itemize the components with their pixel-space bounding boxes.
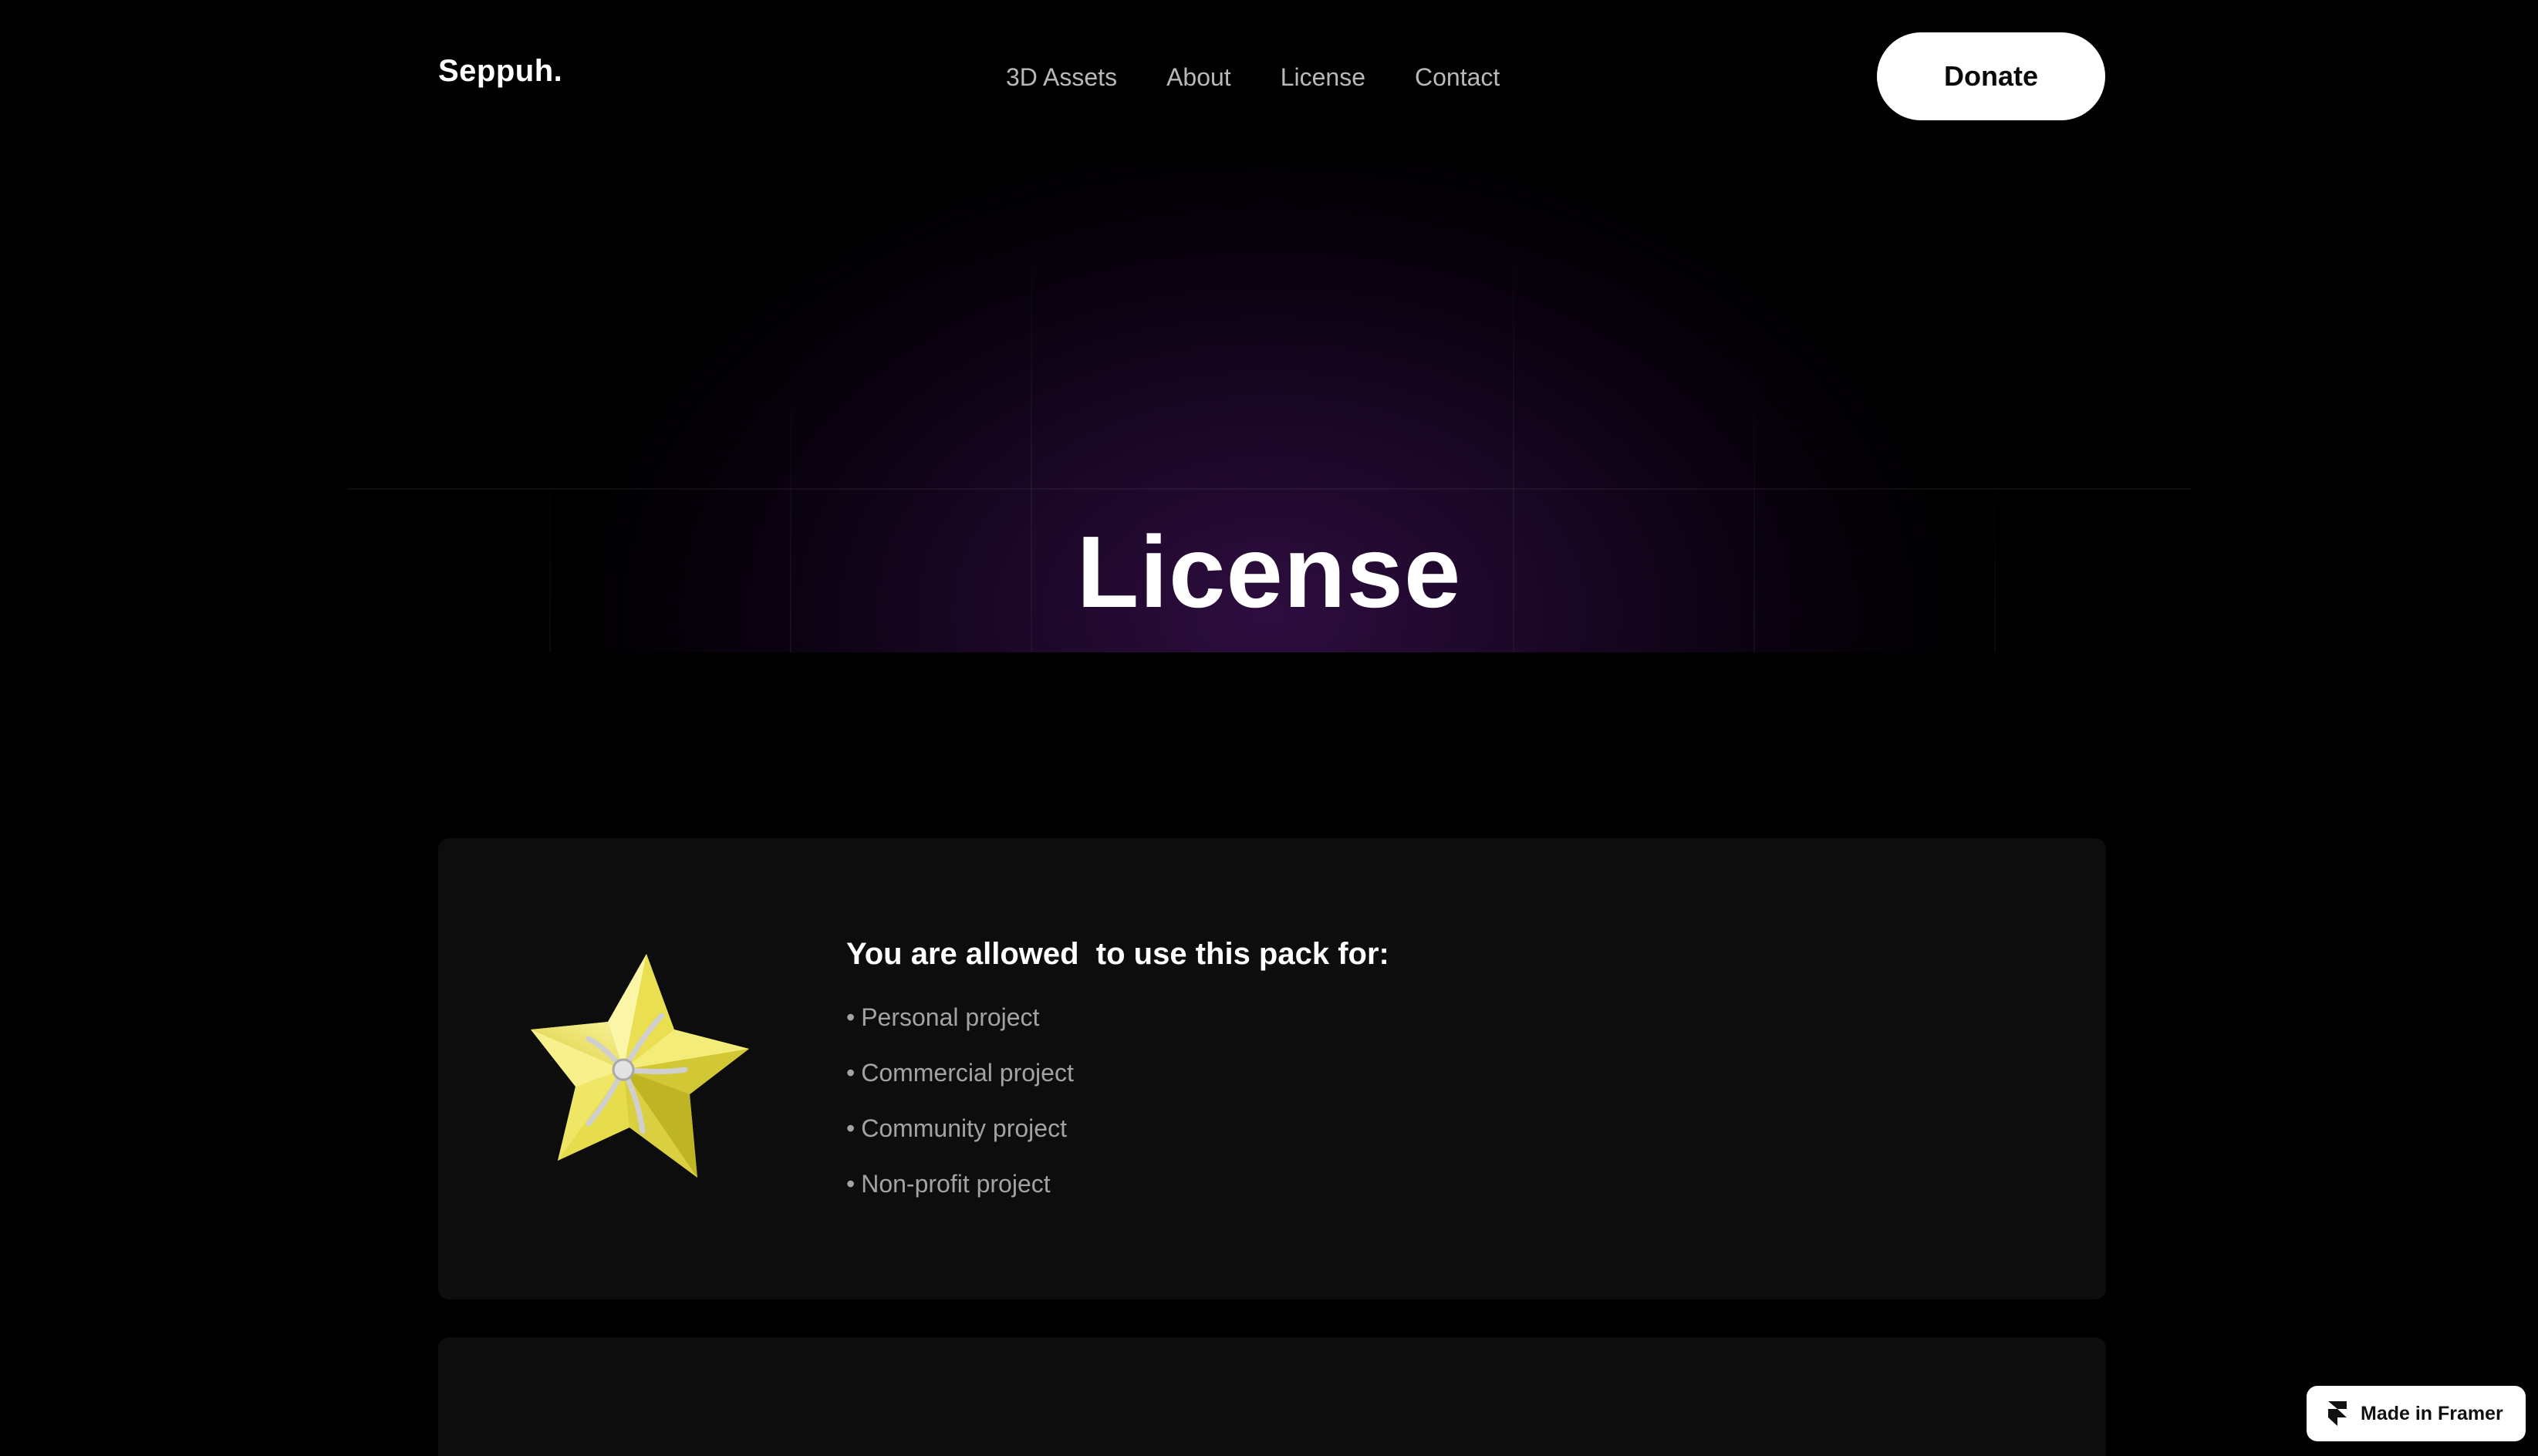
list-item: • Non-profit project xyxy=(846,1167,1074,1222)
nav-item-contact[interactable]: Contact xyxy=(1415,63,1500,92)
main-nav: 3D Assets About License Contact xyxy=(1006,60,1500,94)
list-item-label: Community project xyxy=(861,1114,1067,1142)
list-item: • Community project xyxy=(846,1111,1074,1167)
list-item-label: Personal project xyxy=(861,1003,1040,1031)
page-title: License xyxy=(1076,515,1462,629)
license-card: You are allowed to use this pack for: • P… xyxy=(438,838,2106,1299)
bullet: • xyxy=(846,1003,856,1031)
nav-item-3d-assets[interactable]: 3D Assets xyxy=(1006,63,1117,92)
hero-section: License xyxy=(347,165,2191,652)
nav-item-about[interactable]: About xyxy=(1166,63,1231,92)
hero-grid-line xyxy=(347,488,2191,490)
nav-item-license[interactable]: License xyxy=(1281,63,1365,92)
list-item-label: Non-profit project xyxy=(861,1170,1051,1198)
bullet: • xyxy=(846,1059,856,1087)
bullet: • xyxy=(846,1170,856,1198)
star-icon xyxy=(531,954,749,1178)
page: Seppuh. 3D Assets About License Contact … xyxy=(0,0,2538,1456)
made-in-framer-badge[interactable]: Made in Framer xyxy=(2307,1386,2526,1441)
site-logo[interactable]: Seppuh. xyxy=(438,54,562,89)
made-in-framer-label: Made in Framer xyxy=(2361,1402,2503,1424)
list-item: • Commercial project xyxy=(846,1056,1074,1111)
donate-button[interactable]: Donate xyxy=(1877,32,2105,120)
list-item: • Personal project xyxy=(846,1000,1074,1056)
usage-list: • Personal project • Commercial project • C… xyxy=(846,1000,1074,1222)
framer-icon xyxy=(2328,1401,2347,1426)
card-heading: You are allowed to use this pack for: xyxy=(846,937,1389,971)
list-item-label: Commercial project xyxy=(861,1059,1074,1087)
bullet: • xyxy=(846,1114,856,1142)
license-card-secondary xyxy=(438,1337,2106,1456)
